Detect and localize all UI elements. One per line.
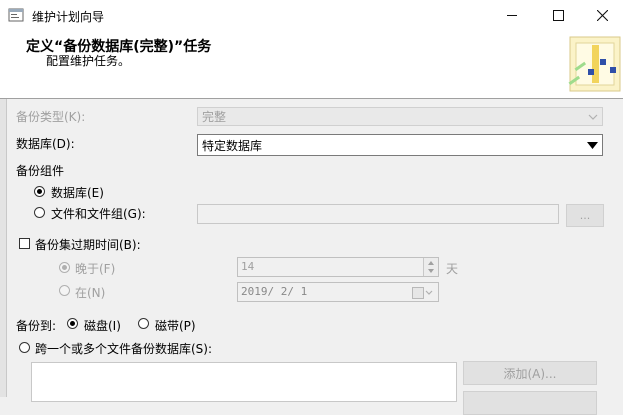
- radio-dot: [62, 265, 67, 270]
- chevron-down-icon: [425, 286, 433, 300]
- title-bar: 维护计划向导: [0, 0, 623, 30]
- tape-radio[interactable]: [138, 318, 149, 329]
- calendar-icon[interactable]: [412, 287, 424, 299]
- page-header: 定义“备份数据库(完整)”任务 配置维护任务。: [0, 30, 623, 99]
- component-files-label[interactable]: 文件和文件组(G):: [51, 205, 146, 222]
- backup-type-label: 备份类型(K):: [16, 110, 86, 124]
- database-value: 特定数据库: [202, 138, 263, 153]
- add-button[interactable]: 添加(A)...: [463, 361, 597, 385]
- minimize-button[interactable]: [489, 0, 535, 30]
- maximize-button[interactable]: [535, 0, 581, 30]
- radio-dot: [70, 321, 75, 326]
- date-picker[interactable]: 2019/ 2/ 1: [237, 282, 439, 302]
- dropdown-arrow-icon: [582, 135, 602, 155]
- expire-after-radio[interactable]: [59, 262, 70, 273]
- spinner-arrows-icon: [428, 261, 434, 273]
- backup-type-select[interactable]: 完整: [197, 107, 603, 126]
- backup-component-label: 备份组件: [16, 164, 65, 178]
- component-database-label[interactable]: 数据库(E): [51, 184, 104, 201]
- close-button[interactable]: [579, 0, 623, 30]
- app-icon: [8, 8, 24, 22]
- files-textbox[interactable]: [197, 204, 559, 224]
- browse-button[interactable]: ...: [566, 204, 604, 227]
- component-database-radio[interactable]: [34, 186, 45, 197]
- expire-on-radio[interactable]: [59, 285, 70, 296]
- window-title: 维护计划向导: [32, 10, 105, 24]
- disk-radio[interactable]: [67, 318, 78, 329]
- days-unit-label: 天: [446, 262, 459, 276]
- expire-after-label[interactable]: 晚于(F): [75, 260, 115, 277]
- backup-type-value: 完整: [202, 110, 227, 124]
- radio-dot: [37, 189, 42, 194]
- close-icon: [596, 9, 608, 21]
- next-list-button[interactable]: [463, 391, 597, 415]
- span-files-radio[interactable]: [19, 342, 30, 353]
- page-subtitle: 配置维护任务。: [46, 54, 131, 68]
- left-edge: [0, 99, 7, 397]
- maximize-icon: [552, 9, 564, 21]
- component-files-radio[interactable]: [34, 207, 45, 218]
- expire-on-label[interactable]: 在(N): [75, 284, 105, 301]
- days-value: 14: [241, 260, 255, 273]
- database-label: 数据库(D):: [16, 137, 75, 151]
- tape-label[interactable]: 磁带(P): [155, 317, 196, 334]
- chevron-down-icon: [584, 108, 602, 125]
- span-files-label[interactable]: 跨一个或多个文件备份数据库(S):: [35, 340, 212, 357]
- backup-to-label: 备份到:: [16, 319, 57, 333]
- minimize-icon: [507, 14, 517, 16]
- disk-label[interactable]: 磁盘(I): [84, 317, 121, 334]
- expire-checkbox[interactable]: [19, 238, 30, 249]
- days-spinner[interactable]: 14: [237, 257, 439, 277]
- database-select[interactable]: 特定数据库: [197, 134, 603, 156]
- expire-label[interactable]: 备份集过期时间(B):: [35, 236, 141, 253]
- spinner-buttons[interactable]: [423, 258, 438, 276]
- file-list-box[interactable]: [31, 362, 457, 402]
- wizard-illustration-icon: [568, 36, 621, 92]
- date-value: 2019/ 2/ 1: [241, 285, 308, 298]
